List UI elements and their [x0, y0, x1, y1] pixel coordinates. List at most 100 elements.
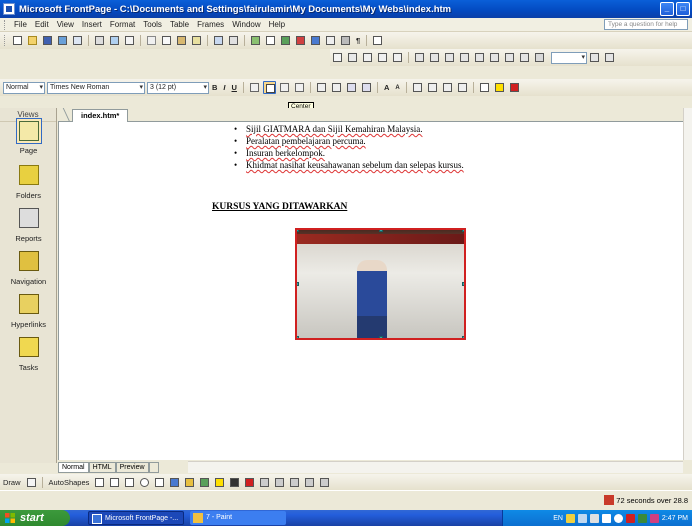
resize-handle[interactable]	[379, 230, 383, 232]
wordart-icon[interactable]	[168, 476, 181, 489]
merge-cells-icon[interactable]	[413, 51, 426, 64]
menu-table[interactable]: Table	[166, 20, 193, 29]
web-component-icon[interactable]	[249, 34, 262, 47]
view-tasks[interactable]: Tasks	[0, 335, 57, 372]
center-icon[interactable]	[262, 81, 276, 94]
arrow-left-icon[interactable]	[360, 81, 373, 94]
resize-handle[interactable]	[297, 282, 299, 286]
resize-handle[interactable]	[462, 282, 464, 286]
tray-app-icon[interactable]	[601, 513, 611, 523]
selected-photo[interactable]	[295, 228, 466, 340]
task-frontpage[interactable]: Microsoft FrontPage -...	[88, 511, 184, 525]
select-objects-icon[interactable]	[25, 476, 38, 489]
new-page-icon[interactable]	[11, 34, 24, 47]
3d-icon[interactable]	[318, 476, 331, 489]
view-hyperlinks[interactable]: Hyperlinks	[0, 292, 57, 329]
toggle-pane-icon[interactable]	[71, 34, 84, 47]
undo-icon[interactable]	[212, 34, 225, 47]
spelling-icon[interactable]	[123, 34, 136, 47]
save-icon[interactable]	[41, 34, 54, 47]
fill-color-icon[interactable]	[533, 51, 546, 64]
eraser-icon[interactable]	[346, 51, 359, 64]
menu-file[interactable]: File	[10, 20, 31, 29]
list-item[interactable]: Peralatan pembelajaran percuma.	[234, 135, 464, 147]
numbering-icon[interactable]	[411, 81, 424, 94]
drawing-icon[interactable]	[294, 34, 307, 47]
style-dropdown[interactable]: Normal	[3, 81, 45, 94]
task-paint[interactable]: 7 - Paint	[190, 511, 286, 525]
minimize-button[interactable]: _	[660, 2, 674, 16]
line-style-icon[interactable]	[258, 476, 271, 489]
tab-html[interactable]: HTML	[88, 461, 116, 473]
resize-handle[interactable]	[462, 336, 464, 338]
tray-pen-icon[interactable]	[565, 513, 575, 523]
language-indicator[interactable]: EN	[553, 515, 563, 522]
resize-handle[interactable]	[297, 336, 299, 338]
tray-volume-icon[interactable]	[589, 513, 599, 523]
menu-edit[interactable]: Edit	[31, 20, 53, 29]
highlight-icon[interactable]	[493, 81, 506, 94]
view-page[interactable]: Page	[0, 118, 57, 155]
redo-icon[interactable]	[227, 34, 240, 47]
underline-button[interactable]: U	[229, 83, 240, 92]
open-folder-icon[interactable]	[26, 34, 39, 47]
tray-clock-icon[interactable]	[613, 513, 623, 523]
oval-icon[interactable]	[138, 476, 151, 489]
draw-table-icon[interactable]	[331, 51, 344, 64]
tray-chat-icon[interactable]	[649, 513, 659, 523]
table-style-dropdown[interactable]	[551, 51, 587, 64]
tab-normal[interactable]: Normal	[58, 461, 89, 473]
distribute-columns-icon[interactable]	[503, 51, 516, 64]
menu-frames[interactable]: Frames	[193, 20, 228, 29]
arrow-icon[interactable]	[108, 476, 121, 489]
draw-menu-button[interactable]: Draw	[0, 478, 24, 487]
list-item[interactable]: Khidmat nasihat keusahawanan sebelum dan…	[234, 159, 464, 171]
frontpage-app-icon[interactable]	[3, 3, 15, 15]
help-icon[interactable]	[371, 34, 384, 47]
borders-icon[interactable]	[478, 81, 491, 94]
view-folders[interactable]: Folders	[0, 163, 57, 200]
publish-icon[interactable]	[56, 34, 69, 47]
format-painter-icon[interactable]	[190, 34, 203, 47]
increase-indent-icon[interactable]	[456, 81, 469, 94]
center-vertically-icon[interactable]	[458, 51, 471, 64]
list-item[interactable]: Insuran berkelompok.	[234, 147, 464, 159]
distribute-rows-icon[interactable]	[488, 51, 501, 64]
bullets-icon[interactable]	[426, 81, 439, 94]
restore-button[interactable]: □	[676, 2, 690, 16]
page-editor[interactable]: Sijil GIATMARA dan Sijil Kemahiran Malay…	[58, 122, 683, 460]
horizontal-scrollbar[interactable]	[188, 461, 683, 473]
clip-art-icon[interactable]	[183, 476, 196, 489]
align-bottom-icon[interactable]	[473, 51, 486, 64]
stop-icon[interactable]	[339, 34, 352, 47]
align-top-icon[interactable]	[443, 51, 456, 64]
resize-handle[interactable]	[297, 230, 299, 232]
print-icon[interactable]	[93, 34, 106, 47]
font-size-dropdown[interactable]: 3 (12 pt)	[147, 81, 209, 94]
menu-tools[interactable]: Tools	[139, 20, 166, 29]
split-cells-icon[interactable]	[428, 51, 441, 64]
tray-mail-icon[interactable]	[625, 513, 635, 523]
insert-cell-icon[interactable]	[391, 51, 404, 64]
fill-color-draw-icon[interactable]	[213, 476, 226, 489]
menu-view[interactable]: View	[53, 20, 78, 29]
hyperlink-icon[interactable]	[309, 34, 322, 47]
rtl-icon[interactable]	[330, 81, 343, 94]
refresh-icon[interactable]	[324, 34, 337, 47]
help-question-input[interactable]: Type a question for help	[604, 19, 688, 30]
font-dropdown[interactable]: Times New Roman	[47, 81, 145, 94]
insert-rows-icon[interactable]	[361, 51, 374, 64]
tray-network-icon[interactable]	[577, 513, 587, 523]
ltr-icon[interactable]	[315, 81, 328, 94]
rectangle-icon[interactable]	[123, 476, 136, 489]
copy-icon[interactable]	[160, 34, 173, 47]
paste-icon[interactable]	[175, 34, 188, 47]
resize-handle[interactable]	[379, 336, 383, 338]
resize-handle[interactable]	[462, 230, 464, 232]
fill-right-icon[interactable]	[603, 51, 616, 64]
tab-index-htm[interactable]: index.htm*	[72, 109, 129, 122]
arrow-right-icon[interactable]	[345, 81, 358, 94]
fill-down-icon[interactable]	[588, 51, 601, 64]
cut-icon[interactable]	[145, 34, 158, 47]
clock[interactable]: 2:47 PM	[662, 515, 688, 522]
